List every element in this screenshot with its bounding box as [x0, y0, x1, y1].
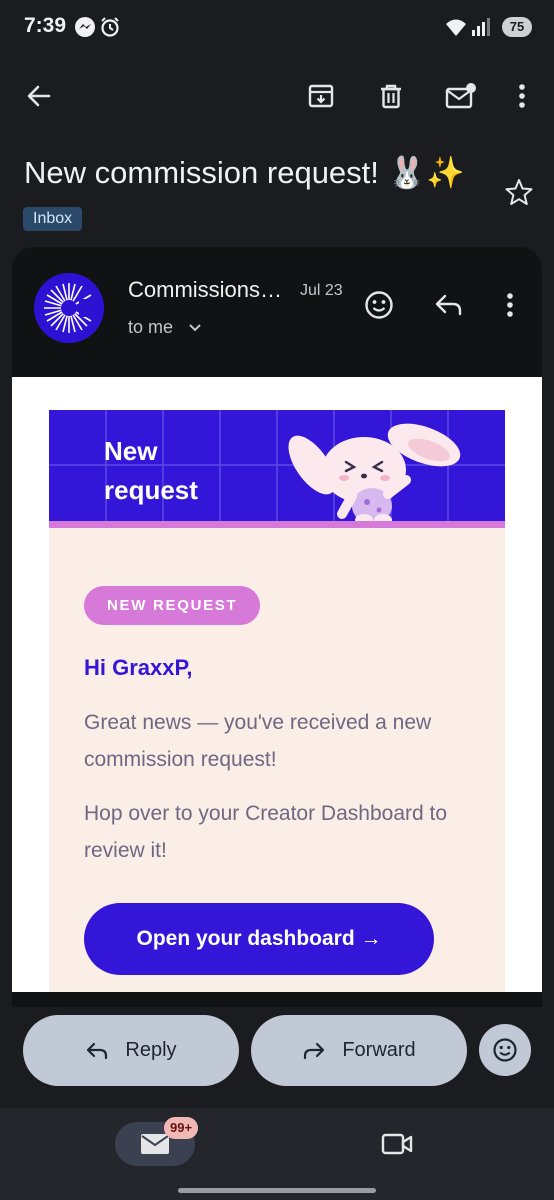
meet-tab[interactable] — [375, 1124, 419, 1164]
status-bar: 7:39 75 — [0, 0, 554, 56]
body-paragraph-2: Hop over to your Creator Dashboard to re… — [84, 802, 448, 862]
message-more-button[interactable] — [488, 283, 532, 327]
top-app-bar — [0, 72, 554, 122]
archive-button[interactable] — [299, 74, 343, 118]
reply-label: Reply — [125, 1039, 177, 1061]
recipient-details[interactable]: to me — [128, 317, 202, 338]
mark-unread-icon — [445, 83, 476, 109]
sender-logo-icon — [44, 283, 104, 333]
star-icon[interactable] — [504, 177, 534, 207]
bunny-mascot-icon — [288, 423, 461, 521]
more-vert-icon — [519, 84, 525, 108]
emoji-icon — [365, 291, 393, 319]
reply-icon — [435, 294, 462, 316]
bottom-navigation: 99+ — [0, 1108, 554, 1200]
email-banner: New request — [49, 410, 505, 528]
add-reaction-button[interactable] — [357, 283, 401, 327]
status-time: 7:39 — [24, 14, 67, 37]
sender-avatar[interactable] — [34, 273, 104, 343]
mark-unread-button[interactable] — [439, 74, 483, 118]
unread-count-badge: 99+ — [164, 1117, 199, 1139]
delete-button[interactable] — [369, 74, 413, 118]
sender-name[interactable]: Commissions… — [128, 277, 282, 303]
emoji-icon — [493, 1038, 517, 1062]
recipient-label: to me — [128, 317, 174, 337]
more-options-button[interactable] — [500, 74, 544, 118]
email-date: Jul 23 — [300, 282, 343, 299]
reply-icon — [87, 1042, 108, 1059]
email-body: New request NEW REQUEST Hi GraxxP, Great… — [12, 377, 542, 992]
reply-icon-button[interactable] — [427, 283, 471, 327]
wifi-icon — [446, 19, 466, 36]
forward-icon — [304, 1042, 325, 1059]
archive-icon — [308, 84, 334, 108]
open-dashboard-button[interactable]: Open your dashboard → — [84, 903, 434, 975]
email-card: Commissions… Jul 23 to me New request NE… — [12, 247, 542, 1007]
email-content: New request NEW REQUEST Hi GraxxP, Great… — [49, 410, 505, 992]
reply-button[interactable]: Reply — [23, 1015, 239, 1086]
video-camera-icon — [381, 1133, 413, 1155]
home-indicator[interactable] — [178, 1188, 376, 1193]
more-vert-icon — [507, 293, 513, 317]
mail-icon — [141, 1134, 169, 1154]
new-request-badge: NEW REQUEST — [84, 586, 261, 625]
greeting: Hi GraxxP, — [84, 655, 193, 680]
battery-indicator: 75 — [502, 17, 532, 37]
alarm-icon — [101, 17, 119, 37]
forward-button[interactable]: Forward — [251, 1015, 467, 1086]
chevron-down-icon — [189, 324, 201, 332]
back-arrow-icon — [27, 85, 51, 107]
trash-icon — [381, 84, 401, 109]
inbox-label[interactable]: Inbox — [23, 207, 83, 231]
banner-title: New request — [104, 436, 198, 505]
body-paragraph-1: Great news — you've received a new commi… — [84, 711, 432, 771]
email-subject: New commission request! 🐰✨ — [24, 155, 465, 190]
messenger-icon — [75, 17, 95, 37]
react-button[interactable] — [479, 1024, 531, 1076]
forward-label: Forward — [342, 1039, 416, 1061]
signal-icon — [472, 18, 490, 36]
back-button[interactable] — [17, 74, 61, 118]
